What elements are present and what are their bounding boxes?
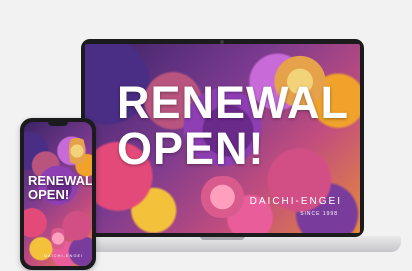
phone-headline: RENEWAL OPEN! [28, 174, 92, 202]
hero-headline: RENEWAL OPEN! [117, 80, 349, 172]
laptop-mockup: RENEWAL OPEN! DAICHI-ENGEI SINCE 1998 [81, 39, 364, 237]
phone-notch [48, 122, 68, 126]
laptop-screen: RENEWAL OPEN! DAICHI-ENGEI SINCE 1998 [85, 44, 360, 233]
phone-screen: RENEWAL OPEN! DAICHI-ENGEI [24, 122, 92, 266]
brand-logo: DAICHI-ENGEI [249, 196, 342, 207]
phone-headline-line2: OPEN! [28, 187, 70, 202]
hero-headline-line1: RENEWAL [117, 77, 349, 128]
phone-headline-line1: RENEWAL [28, 173, 92, 188]
phone-brand-logo: DAICHI-ENGEI [44, 253, 84, 258]
phone-mockup: RENEWAL OPEN! DAICHI-ENGEI [20, 118, 96, 270]
brand-since: SINCE 1998 [300, 211, 338, 217]
hero-headline-line2: OPEN! [117, 123, 265, 174]
